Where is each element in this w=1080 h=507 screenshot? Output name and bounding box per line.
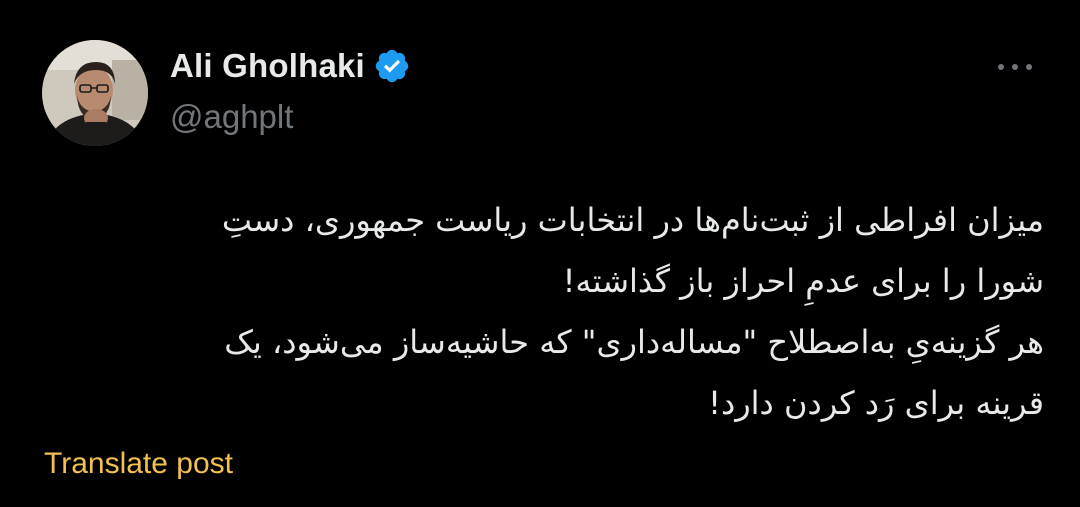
avatar-image bbox=[42, 40, 148, 146]
tweet-text-line: شورا را برای عدمِ احراز باز گذاشته! bbox=[562, 262, 1044, 300]
tweet-text-line: میزان افراطی از ثبت‌نام‌ها در انتخابات ر… bbox=[221, 201, 1044, 239]
tweet-card: Ali Gholhaki @aghplt میزان افراطی از ثبت… bbox=[0, 0, 1080, 507]
more-options-button[interactable] bbox=[990, 52, 1040, 82]
tweet-text-line: هر گزینه‌یِ به‌اصطلاح "مساله‌داری" که حا… bbox=[224, 323, 1044, 361]
author-name-row[interactable]: Ali Gholhaki bbox=[170, 44, 411, 88]
translate-post-link[interactable]: Translate post bbox=[44, 447, 233, 481]
author-avatar[interactable] bbox=[42, 40, 148, 146]
tweet-text-line: قرینه برای رَد کردن دارد! bbox=[708, 384, 1044, 422]
more-options-icon bbox=[998, 64, 1032, 70]
verified-badge-icon bbox=[373, 47, 411, 85]
author-handle[interactable]: @aghplt bbox=[170, 98, 293, 136]
author-display-name[interactable]: Ali Gholhaki bbox=[170, 47, 365, 85]
tweet-text: میزان افراطی از ثبت‌نام‌ها در انتخابات ر… bbox=[60, 190, 1044, 434]
